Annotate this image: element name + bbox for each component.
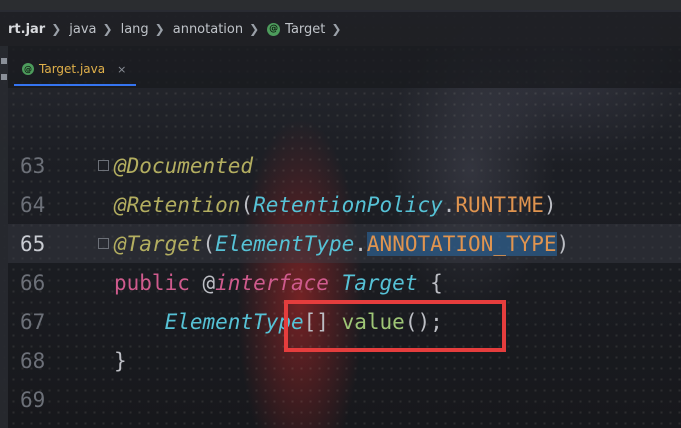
folder-icon[interactable] [1, 74, 7, 80]
code-line: 63 @Documented [8, 146, 681, 185]
paren-token: ( [240, 192, 254, 217]
code-text: @Retention(RetentionPolicy.RUNTIME) [114, 193, 557, 217]
at-token: @ [189, 270, 216, 295]
chevron-right-icon: ❯ [51, 22, 62, 36]
keyword-token: public [114, 270, 190, 295]
annotation-token: @Retention [114, 192, 241, 217]
close-icon[interactable]: × [117, 63, 126, 76]
chevron-right-icon: ❯ [331, 22, 342, 36]
line-number: 67 [20, 309, 46, 334]
code-line: 66 public @interface Target { [8, 263, 681, 302]
annotation-token: @Documented [114, 153, 254, 178]
chevron-right-icon: ❯ [154, 22, 165, 36]
breadcrumb-item-java[interactable]: java [69, 22, 96, 37]
chevron-right-icon: ❯ [249, 22, 260, 36]
type-token: ElementType [215, 231, 355, 256]
fold-marker-icon[interactable] [98, 238, 109, 249]
tab-label: Target.java [39, 62, 106, 76]
code-line: 64 @Retention(RetentionPolicy.RUNTIME) [8, 185, 681, 224]
left-tool-strip [0, 46, 8, 428]
tab-target-java[interactable]: @ Target.java × [14, 54, 137, 86]
annotation-token: @Target [114, 231, 203, 256]
dot-token: . [354, 231, 367, 256]
paren-token: ( [202, 231, 216, 256]
line-number: 66 [20, 270, 46, 295]
highlight-box [284, 300, 506, 352]
code-text: } [114, 349, 127, 373]
chevron-right-icon: ❯ [102, 22, 113, 36]
type-token: Target [341, 270, 418, 295]
annotation-icon: @ [22, 63, 34, 75]
keyword-token: interface [215, 270, 329, 295]
constant-token: RUNTIME [455, 192, 544, 217]
breadcrumb-item-lang[interactable]: lang [121, 22, 149, 37]
code-line-current: 65 @Target(ElementType.ANNOTATION_TYPE) [8, 224, 681, 263]
breadcrumb-item-rt-jar[interactable]: rt.jar [8, 22, 45, 37]
type-token: RetentionPolicy [253, 192, 443, 217]
brace-token: { [417, 270, 443, 295]
line-number: 69 [20, 387, 46, 412]
constant-token: ANNOTATION_TYPE [366, 231, 557, 256]
code-text: @Documented [114, 154, 253, 178]
code-line: 69 [8, 380, 681, 419]
breadcrumb-item-target[interactable]: @ Target [267, 22, 325, 37]
brace-token: } [114, 348, 127, 373]
menu-bar [0, 0, 681, 10]
line-number: 68 [20, 348, 46, 373]
breadcrumb: rt.jar ❯ java ❯ lang ❯ annotation ❯ @ Ta… [0, 12, 681, 46]
line-number: 63 [20, 153, 46, 178]
code-editor[interactable]: 63 @Documented 64 @Retention(RetentionPo… [8, 88, 681, 428]
annotation-icon: @ [267, 22, 281, 36]
line-number: 65 [20, 231, 46, 256]
breadcrumb-item-label: Target [285, 21, 326, 37]
dot-token: . [442, 192, 456, 217]
code-text: @Target(ElementType.ANNOTATION_TYPE) [114, 231, 570, 256]
indent-token [114, 310, 165, 334]
fold-marker-icon[interactable] [98, 160, 109, 171]
code-text: public @interface Target { [114, 271, 443, 295]
type-token: ElementType [164, 309, 304, 334]
editor-tab-bar: @ Target.java × [8, 46, 681, 88]
paren-token: ) [556, 231, 570, 256]
paren-token: ) [543, 192, 557, 217]
breadcrumb-item-annotation[interactable]: annotation [173, 22, 243, 37]
tool-icon[interactable] [1, 58, 7, 64]
line-number: 64 [20, 192, 46, 217]
